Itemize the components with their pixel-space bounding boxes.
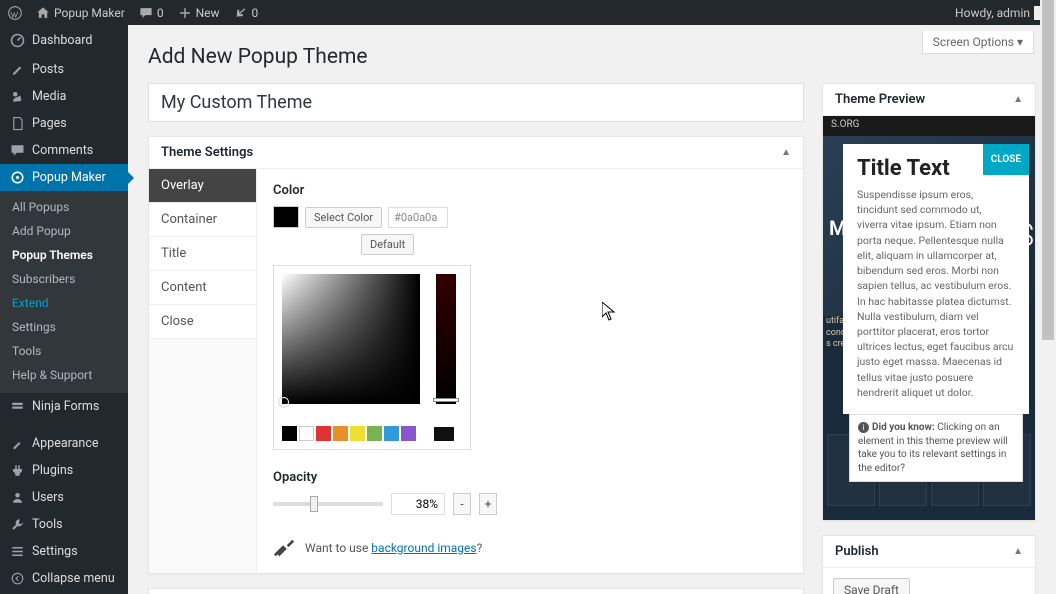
content-area: Screen Options ▾ Add New Popup Theme The… — [128, 25, 1056, 594]
submenu-all-popups[interactable]: All Popups — [0, 195, 128, 219]
save-draft-button[interactable]: Save Draft — [833, 578, 910, 594]
site-link[interactable]: Popup Maker — [36, 6, 125, 20]
submenu-extend[interactable]: Extend — [0, 291, 128, 315]
scrollbar-thumb[interactable] — [1042, 0, 1054, 340]
submenu-tools[interactable]: Tools — [0, 339, 128, 363]
hex-input[interactable] — [388, 207, 448, 228]
menu-settings[interactable]: Settings — [0, 538, 128, 565]
tools-icon — [273, 537, 295, 559]
menu-posts[interactable]: Posts — [0, 56, 128, 83]
comments-link[interactable]: 0 — [139, 6, 164, 20]
submenu-help[interactable]: Help & Support — [0, 363, 128, 387]
preview-popup[interactable]: CLOSE Title Text Suspendisse ipsum eros,… — [843, 144, 1029, 414]
bg-images-link[interactable]: background images — [371, 541, 476, 555]
theme-settings-box: Theme Settings ▲ Overlay Container Title… — [148, 136, 804, 574]
opacity-slider[interactable] — [273, 502, 383, 506]
tab-overlay[interactable]: Overlay — [149, 169, 256, 203]
bg-images-hint: Want to use background images? — [273, 537, 787, 559]
preview-popup-content[interactable]: Suspendisse ipsum eros, tincidunt sed co… — [857, 187, 1015, 400]
tab-title[interactable]: Title — [149, 237, 256, 271]
submenu-popup-themes[interactable]: Popup Themes — [0, 243, 128, 267]
menu-comments[interactable]: Comments — [0, 137, 128, 164]
preset-swatch[interactable] — [282, 426, 297, 441]
theme-settings-header[interactable]: Theme Settings ▲ — [149, 137, 803, 169]
menu-appearance[interactable]: Appearance — [0, 430, 128, 457]
menu-media[interactable]: Media — [0, 83, 128, 110]
submenu-settings[interactable]: Settings — [0, 315, 128, 339]
preset-swatch[interactable] — [333, 426, 348, 441]
screen-options-toggle[interactable]: Screen Options ▾ — [922, 31, 1034, 54]
sv-cursor[interactable] — [279, 397, 289, 407]
hue-handle[interactable] — [433, 398, 459, 402]
admin-sidebar: Dashboard Posts Media Pages Comments Pop… — [0, 25, 128, 594]
opacity-minus[interactable]: - — [453, 493, 471, 515]
menu-pages[interactable]: Pages — [0, 110, 128, 137]
publish-header[interactable]: Publish ▲ — [823, 536, 1035, 568]
current-hue-preview — [434, 427, 454, 441]
tab-close[interactable]: Close — [149, 305, 256, 339]
theme-preview-header[interactable]: Theme Preview ▲ — [823, 84, 1035, 116]
menu-popup-maker[interactable]: Popup Maker — [0, 164, 128, 191]
opacity-plus[interactable]: + — [479, 493, 497, 515]
collapse-icon[interactable]: ▲ — [781, 147, 791, 158]
settings-tabs: Overlay Container Title Content Close — [149, 169, 257, 573]
info-icon: i — [858, 422, 869, 433]
color-picker — [273, 265, 471, 450]
preset-swatch[interactable] — [384, 426, 399, 441]
new-link[interactable]: New — [178, 6, 220, 20]
color-label: Color — [273, 183, 787, 198]
howdy-link[interactable]: Howdy, admin — [955, 6, 1048, 20]
opacity-label: Opacity — [273, 470, 787, 485]
wp-logo[interactable] — [8, 6, 22, 20]
theme-title-input[interactable] — [148, 83, 804, 122]
page-title: Add New Popup Theme — [148, 45, 1036, 69]
preset-swatch[interactable] — [350, 426, 365, 441]
saturation-value-area[interactable] — [282, 274, 420, 404]
preview-close-button[interactable]: CLOSE — [983, 144, 1029, 175]
menu-plugins[interactable]: Plugins — [0, 457, 128, 484]
preview-site-tag: S.ORG — [823, 116, 1035, 136]
menu-users[interactable]: Users — [0, 484, 128, 511]
opacity-thumb[interactable] — [310, 496, 318, 512]
menu-dashboard[interactable]: Dashboard — [0, 25, 128, 56]
color-presets — [282, 426, 416, 441]
did-you-know-tip: iDid you know: Clicking on an element in… — [849, 414, 1023, 482]
publish-box: Publish ▲ Save Draft — [822, 535, 1036, 594]
theme-preview-canvas[interactable]: S.ORG M SS utifaconds cre CLOSE Title Te… — [823, 116, 1035, 520]
author-box: Author ▲ admin (admin)▾ — [148, 588, 804, 594]
default-color-button[interactable]: Default — [361, 234, 414, 255]
preset-swatch[interactable] — [367, 426, 382, 441]
menu-collapse[interactable]: Collapse menu — [0, 565, 128, 592]
author-header[interactable]: Author ▲ — [149, 589, 803, 594]
opacity-input[interactable] — [391, 493, 445, 515]
tab-content[interactable]: Content — [149, 271, 256, 305]
submenu-subscribers[interactable]: Subscribers — [0, 267, 128, 291]
tab-container[interactable]: Container — [149, 203, 256, 237]
collapse-icon[interactable]: ▲ — [1013, 546, 1023, 557]
theme-preview-box: Theme Preview ▲ S.ORG M SS utifaconds cr… — [822, 83, 1036, 521]
hue-slider[interactable] — [436, 274, 456, 404]
collapse-icon[interactable]: ▲ — [1013, 94, 1023, 105]
popup-maker-count[interactable]: 0 — [234, 6, 259, 20]
color-swatch[interactable] — [273, 206, 299, 228]
menu-ninja-forms[interactable]: Ninja Forms — [0, 393, 128, 420]
submenu-popup-maker: All Popups Add Popup Popup Themes Subscr… — [0, 191, 128, 393]
select-color-button[interactable]: Select Color — [305, 207, 382, 228]
preset-swatch[interactable] — [299, 426, 314, 441]
submenu-add-popup[interactable]: Add Popup — [0, 219, 128, 243]
admin-toolbar: Popup Maker 0 New 0 Howdy, admin — [0, 0, 1056, 25]
menu-tools[interactable]: Tools — [0, 511, 128, 538]
preset-swatch[interactable] — [401, 426, 416, 441]
vertical-scrollbar[interactable] — [1040, 0, 1056, 594]
preset-swatch[interactable] — [316, 426, 331, 441]
